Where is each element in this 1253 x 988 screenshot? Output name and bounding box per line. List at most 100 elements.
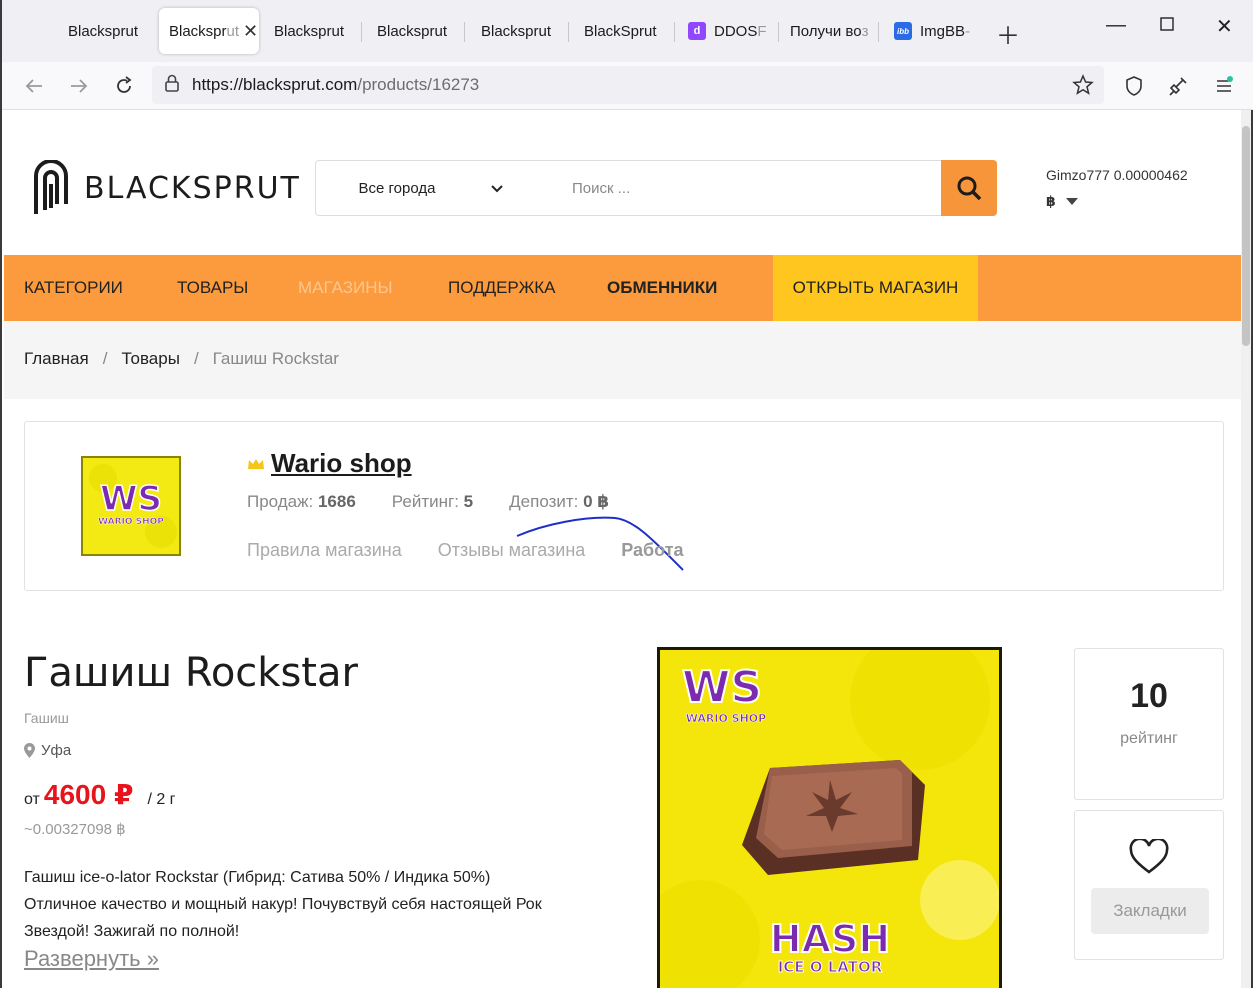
- search-button[interactable]: [941, 160, 997, 216]
- back-arrow-icon[interactable]: [20, 72, 48, 100]
- rating-box: 10 рейтинг: [1074, 648, 1224, 800]
- menu-shops[interactable]: МАГАЗИНЫ: [298, 255, 393, 321]
- image-icelator-text: ICE O LATOR: [778, 958, 883, 976]
- chevron-down-icon: [491, 180, 504, 197]
- app-menu-icon[interactable]: [1210, 72, 1238, 100]
- crown-icon: [248, 458, 264, 469]
- tab-label: DDOS: [714, 22, 758, 40]
- shop-name: Wario shop: [271, 448, 412, 478]
- scrollbar-thumb[interactable]: [1242, 126, 1250, 346]
- shield-icon[interactable]: [1120, 72, 1148, 100]
- menu-exchangers[interactable]: ОБМЕННИКИ: [607, 255, 717, 321]
- tab-strip: Blacksprut Blackspr ut ✕ Blacksprut Black…: [2, 0, 1253, 62]
- heart-icon[interactable]: [1129, 837, 1169, 875]
- menu-support[interactable]: ПОДДЕРЖКА: [448, 255, 556, 321]
- navigation-toolbar: https://blacksprut.com/products/16273: [2, 62, 1253, 110]
- bookmarks-box: Закладки: [1074, 810, 1224, 960]
- site-logo[interactable]: BLACKSPRUT: [32, 160, 301, 216]
- bookmark-star-icon[interactable]: [1072, 74, 1094, 101]
- tab-label: ImgBB: [920, 22, 966, 40]
- tab-label: Blacksprut: [68, 22, 139, 40]
- shop-logo-ws: WS: [100, 479, 162, 519]
- address-bar[interactable]: https://blacksprut.com/products/16273: [152, 66, 1104, 104]
- menu-categories[interactable]: КАТЕГОРИИ: [24, 255, 123, 321]
- breadcrumb-home[interactable]: Главная: [24, 349, 89, 369]
- shop-work-link[interactable]: Работа: [621, 540, 683, 561]
- tab-label: Blacksprut: [274, 22, 345, 40]
- user-balance[interactable]: Gimzo777 0.00000462 ฿: [1046, 167, 1188, 210]
- main-menu: КАТЕГОРИИ ТОВАРЫ МАГАЗИНЫ ПОДДЕРЖКА ОБМЕ…: [4, 255, 1243, 321]
- tab-label-fade: F: [757, 22, 767, 40]
- tab-separator: [361, 22, 362, 42]
- breadcrumb-products[interactable]: Товары: [121, 349, 179, 369]
- tab-separator: [464, 22, 465, 42]
- breadcrumb: Главная / Товары / Гашиш Rockstar: [24, 349, 339, 369]
- tab-label: BlackSprut: [584, 22, 657, 40]
- price-btc: ~0.00327098 ฿: [24, 821, 126, 838]
- product-city: Уфа: [41, 742, 72, 759]
- search-icon: [957, 176, 982, 201]
- product-image[interactable]: WS WARIO SHOP HASH ICE O LATOR: [657, 647, 1002, 988]
- shop-sales: Продаж: 1686: [247, 492, 356, 511]
- location-pin-icon: [24, 743, 35, 758]
- site-header: BLACKSPRUT Все города Поиск ... Gimzo777…: [2, 110, 1243, 255]
- url-host: https://blacksprut.com: [192, 75, 358, 94]
- tab-label-fade: -: [965, 22, 971, 40]
- bitcoin-symbol: ฿: [1046, 193, 1056, 209]
- imgbb-favicon-icon: ibb: [894, 22, 912, 40]
- octopus-logo-icon: [34, 160, 68, 214]
- product-description: Гашиш ice-o-lator Rockstar (Гибрид: Сати…: [24, 864, 624, 945]
- product-category[interactable]: Гашиш: [24, 710, 69, 726]
- description-line: Звездой! Зажигай по полной!: [24, 923, 240, 940]
- tab-7[interactable]: Получи во з: [780, 8, 874, 54]
- expand-description-link[interactable]: Развернуть »: [24, 946, 159, 972]
- url-path: /products/16273: [357, 75, 480, 94]
- forward-arrow-icon[interactable]: [65, 72, 93, 100]
- logo-text: BLACKSPRUT: [84, 170, 301, 206]
- lock-icon[interactable]: [164, 74, 180, 97]
- tab-label-fade: ut: [226, 22, 240, 40]
- description-line: Гашиш ice-o-lator Rockstar (Гибрид: Сати…: [24, 869, 491, 886]
- image-logo-sub: WARIO SHOP: [686, 712, 766, 725]
- shop-links: Правила магазина Отзывы магазина Работа: [247, 540, 684, 561]
- price-unit: / 2 г: [147, 791, 176, 808]
- shop-logo-image[interactable]: WS WARIO SHOP: [81, 456, 181, 556]
- breadcrumb-current: Гашиш Rockstar: [212, 349, 339, 368]
- tab-8[interactable]: ibb ImgBB -: [884, 8, 976, 54]
- handwritten-scribble: [516, 516, 684, 571]
- tab-3[interactable]: Blacksprut: [367, 8, 459, 54]
- shop-reviews-link[interactable]: Отзывы магазина: [438, 540, 586, 561]
- city-select-value: Все города: [358, 179, 436, 197]
- image-hash-text: HASH: [770, 917, 890, 961]
- reload-icon[interactable]: [110, 72, 138, 100]
- tab-4[interactable]: Blacksprut: [471, 8, 563, 54]
- shop-logo-sub: WARIO SHOP: [98, 517, 164, 527]
- breadcrumb-band: Главная / Товары / Гашиш Rockstar: [4, 321, 1243, 399]
- search-input[interactable]: Поиск ...: [546, 180, 941, 197]
- menu-products[interactable]: ТОВАРЫ: [177, 255, 248, 321]
- shop-rules-link[interactable]: Правила магазина: [247, 540, 402, 561]
- tab-6[interactable]: d DDOS F: [678, 8, 774, 54]
- minimize-icon[interactable]: —: [1106, 14, 1126, 37]
- extensions-broom-icon[interactable]: [1164, 72, 1192, 100]
- ddos-favicon-icon: d: [688, 22, 706, 40]
- tab-5[interactable]: BlackSprut: [574, 8, 670, 54]
- window-close-icon[interactable]: ✕: [1216, 14, 1233, 39]
- image-logo-ws: WS: [682, 662, 762, 713]
- tab-2[interactable]: Blacksprut: [264, 8, 356, 54]
- maximize-icon[interactable]: [1160, 14, 1174, 37]
- price-from: от: [24, 791, 40, 808]
- shop-name-link[interactable]: Wario shop: [247, 448, 412, 479]
- new-tab-plus-icon[interactable]: ＋: [996, 16, 1020, 51]
- open-shop-button[interactable]: ОТКРЫТЬ МАГАЗИН: [773, 255, 978, 321]
- currency-selector[interactable]: ฿: [1046, 193, 1188, 210]
- description-line: Отличное качество и мощный накур! Почувс…: [24, 896, 542, 913]
- tab-0[interactable]: Blacksprut: [58, 8, 150, 54]
- city-select[interactable]: Все города: [316, 180, 546, 197]
- product-price: от 4600 ₽ / 2 г: [24, 778, 176, 811]
- bookmarks-button[interactable]: Закладки: [1091, 888, 1209, 934]
- close-tab-icon[interactable]: ✕: [243, 21, 258, 42]
- caret-down-icon: [1065, 197, 1078, 205]
- tab-1-active[interactable]: Blackspr ut ✕: [159, 8, 259, 54]
- tab-label-fade: з: [861, 22, 869, 40]
